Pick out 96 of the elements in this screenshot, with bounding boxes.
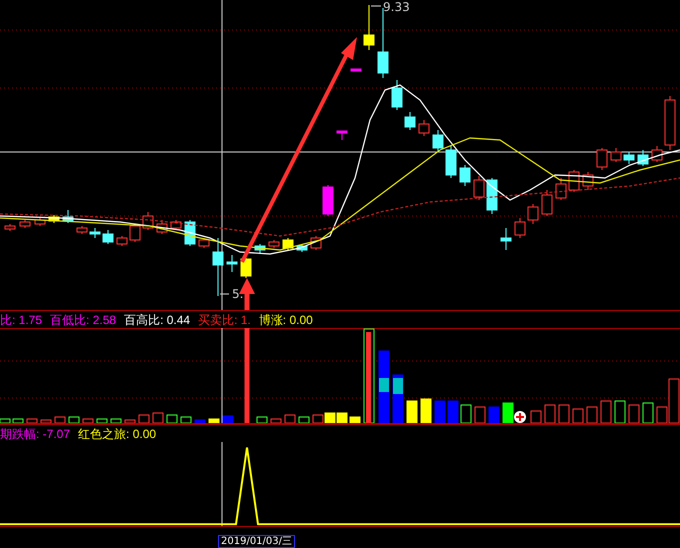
candlestick — [418, 120, 430, 136]
volume-bar — [208, 418, 220, 424]
volume-bar — [434, 400, 446, 424]
candlestick — [336, 130, 348, 140]
volume-bar — [270, 418, 282, 424]
candlestick — [198, 238, 210, 248]
volume-bar — [124, 420, 136, 424]
indicator-reading: 红色之旅: 0.00 — [78, 426, 156, 442]
volume-bar — [474, 406, 486, 424]
volume-bar — [40, 420, 52, 424]
indicator-reading: 买卖比: 1. — [198, 312, 251, 328]
volume-bar — [96, 418, 108, 424]
volume-bar — [558, 404, 570, 424]
volume-bar — [110, 418, 122, 424]
volume-bar — [166, 414, 178, 424]
volume-bar — [488, 406, 500, 424]
indicator-reading: 博涨: 0.00 — [258, 312, 313, 328]
volume-bar — [448, 400, 458, 424]
plus-circle-icon — [514, 411, 526, 423]
indicator-reading: 百高比: 0.44 — [124, 312, 190, 328]
candlestick — [76, 226, 88, 234]
candlestick — [116, 236, 128, 246]
volume-bar — [194, 420, 206, 424]
candlestick — [460, 164, 470, 186]
candlestick — [102, 230, 114, 244]
candlestick — [130, 224, 140, 242]
volume-bar — [544, 404, 556, 424]
candlestick — [392, 80, 402, 110]
indicator-reading: 期跌幅: -7.07 — [0, 426, 70, 442]
candlestick — [254, 244, 266, 254]
volume-bar — [586, 406, 598, 424]
volume-bar — [420, 398, 432, 424]
candlestick — [664, 96, 676, 150]
volume-bar — [152, 412, 164, 424]
volume-bar — [350, 416, 360, 424]
candlestick — [500, 228, 512, 250]
candlestick — [282, 238, 294, 250]
volume-bar — [222, 416, 234, 424]
candlestick — [404, 112, 416, 130]
volume-bar — [284, 414, 296, 424]
volume-bar — [26, 418, 38, 424]
volume-bar — [502, 402, 514, 424]
volume-bar — [600, 400, 612, 424]
candlestick — [62, 210, 74, 224]
candlestick — [446, 144, 456, 178]
candlestick — [432, 130, 444, 152]
volume-bar — [628, 404, 640, 424]
date-label: 2019/01/03/三 — [218, 535, 296, 548]
volume-bar — [460, 404, 472, 424]
volume-bar — [138, 414, 150, 424]
candlestick — [610, 148, 622, 162]
candlestick — [90, 228, 100, 238]
candlestick — [4, 224, 16, 232]
volume-bar — [298, 416, 310, 424]
candlestick — [528, 204, 538, 224]
candlestick — [474, 176, 484, 200]
volume-bar — [336, 412, 348, 424]
candlestick — [596, 148, 608, 170]
volume-bar — [312, 414, 324, 424]
volume-bar — [642, 402, 654, 424]
indicator-reading: 比: 1.75 — [0, 312, 42, 328]
candlestick — [364, 4, 374, 50]
volume-bar — [530, 410, 542, 424]
candlestick — [268, 240, 280, 248]
candlestick — [48, 214, 60, 224]
candlestick — [226, 254, 238, 272]
volume-bar — [180, 416, 192, 424]
candlestick — [556, 178, 566, 200]
candlestick — [156, 220, 168, 234]
candlestick — [322, 184, 334, 216]
candlestick — [486, 178, 498, 214]
volume-bar — [82, 418, 94, 424]
candlestick — [142, 212, 154, 230]
volume-bar — [324, 412, 336, 424]
candlestick — [542, 190, 552, 216]
candlestick — [296, 244, 308, 252]
candlestick — [624, 152, 634, 164]
volume-bar — [614, 400, 626, 424]
volume-bar — [12, 418, 24, 424]
volume-bar — [68, 416, 80, 424]
low-price-label: 5. — [232, 287, 244, 301]
candlestick — [582, 172, 594, 190]
volume-bar — [406, 400, 418, 424]
candlestick — [20, 220, 30, 228]
candlestick — [514, 218, 526, 238]
candlestick — [638, 150, 648, 166]
candlestick — [652, 146, 662, 162]
candlestick — [350, 68, 362, 72]
candlestick — [170, 220, 182, 230]
volume-bar — [54, 416, 66, 424]
high-price-label: 9.33 — [383, 0, 410, 14]
candlestick — [212, 238, 224, 296]
candlestick — [34, 218, 46, 226]
volume-bar — [256, 416, 268, 424]
volume-bar — [572, 408, 584, 424]
indicator-reading: 百低比: 2.58 — [50, 312, 116, 328]
